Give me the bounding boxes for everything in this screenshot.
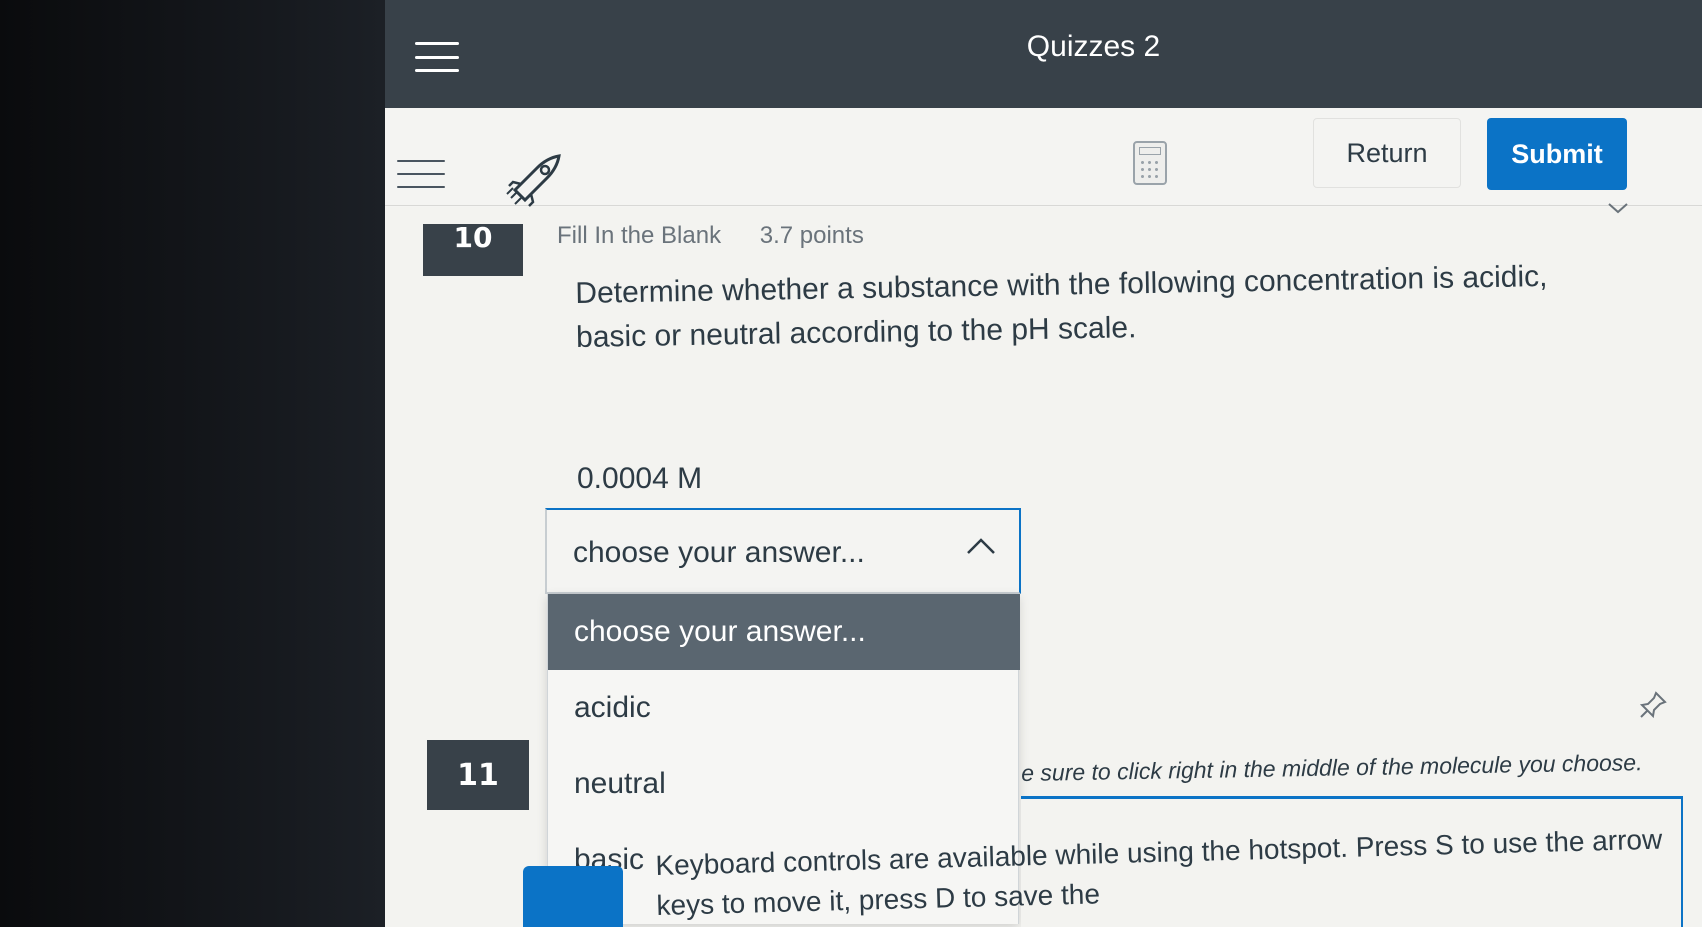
collapse-icon[interactable] bbox=[1607, 200, 1629, 216]
hotspot-tab[interactable] bbox=[523, 866, 623, 927]
question-number-11: 11 bbox=[427, 740, 529, 810]
concentration-value: 0.0004 M bbox=[577, 462, 703, 495]
quiz-toolbar: Return Submit bbox=[385, 108, 1702, 207]
submit-button[interactable]: Submit bbox=[1487, 118, 1627, 190]
question-text: Determine whether a substance with the f… bbox=[575, 260, 1548, 354]
answer-select-value: choose your answer... bbox=[573, 536, 865, 569]
return-button[interactable]: Return bbox=[1313, 118, 1461, 188]
question-points: 3.7 points bbox=[759, 222, 864, 249]
rocket-icon[interactable] bbox=[503, 150, 565, 212]
option-acidic[interactable]: acidic bbox=[548, 670, 1020, 746]
chevron-up-icon bbox=[967, 538, 995, 554]
question-type: Fill In the Blank bbox=[557, 222, 722, 249]
app-title: Quizzes 2 bbox=[1026, 30, 1161, 63]
app-bar: Quizzes 2 bbox=[385, 0, 1702, 108]
question-meta: Fill In the Blank 3.7 points bbox=[557, 222, 896, 250]
quiz-screen: Quizzes 2 Return Submit 10 Fill In the B… bbox=[385, 0, 1702, 927]
calculator-icon[interactable] bbox=[1133, 141, 1167, 185]
pin-icon[interactable] bbox=[1638, 690, 1668, 720]
left-background bbox=[0, 0, 385, 927]
option-choose[interactable]: choose your answer... bbox=[548, 594, 1020, 670]
answer-select[interactable]: choose your answer... bbox=[545, 508, 1021, 594]
question-list-icon[interactable] bbox=[397, 160, 445, 188]
option-neutral[interactable]: neutral bbox=[548, 746, 1020, 822]
question-number-10: 10 bbox=[423, 224, 523, 276]
